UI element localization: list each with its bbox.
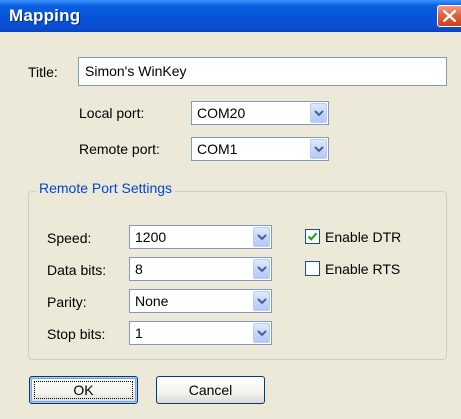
speed-value: 1200 bbox=[135, 229, 167, 245]
stop-bits-value: 1 bbox=[135, 325, 143, 341]
parity-dropdown-button[interactable] bbox=[253, 291, 270, 311]
window-title: Mapping bbox=[9, 6, 81, 25]
enable-dtr-checkbox[interactable] bbox=[305, 229, 320, 244]
title-input[interactable]: Simon's WinKey bbox=[78, 57, 447, 86]
group-title: Remote Port Settings bbox=[36, 180, 176, 196]
data-bits-label: Data bits: bbox=[47, 262, 107, 278]
remote-port-dropdown-button[interactable] bbox=[310, 139, 327, 159]
data-bits-select[interactable]: 8 bbox=[129, 257, 272, 281]
chevron-down-icon bbox=[314, 110, 324, 117]
mapping-dialog: Mapping Title: Simon's WinKey Local port… bbox=[0, 0, 461, 419]
ok-button-label: OK bbox=[73, 382, 94, 398]
chevron-down-icon bbox=[257, 298, 267, 305]
data-bits-value: 8 bbox=[135, 261, 143, 277]
stop-bits-dropdown-button[interactable] bbox=[253, 323, 270, 343]
chevron-down-icon bbox=[257, 330, 267, 337]
enable-rts-checkbox[interactable] bbox=[305, 261, 320, 276]
checkmark-icon bbox=[307, 232, 318, 241]
parity-select[interactable]: None bbox=[129, 289, 272, 313]
local-port-label: Local port: bbox=[79, 105, 145, 121]
remote-port-select[interactable]: COM1 bbox=[191, 137, 329, 161]
stop-bits-select[interactable]: 1 bbox=[129, 321, 272, 345]
enable-dtr-label[interactable]: Enable DTR bbox=[325, 229, 401, 245]
title-label: Title: bbox=[28, 64, 58, 80]
remote-port-value: COM1 bbox=[197, 141, 238, 157]
title-bar[interactable]: Mapping bbox=[0, 0, 461, 32]
data-bits-dropdown-button[interactable] bbox=[253, 259, 270, 279]
stop-bits-label: Stop bits: bbox=[47, 326, 106, 342]
ok-button[interactable]: OK bbox=[29, 376, 138, 404]
close-icon bbox=[443, 10, 456, 22]
local-port-value: COM20 bbox=[197, 105, 246, 121]
parity-value: None bbox=[135, 293, 169, 309]
close-button[interactable] bbox=[437, 5, 461, 27]
remote-port-label: Remote port: bbox=[79, 141, 160, 157]
enable-rts-label[interactable]: Enable RTS bbox=[325, 261, 400, 277]
chevron-down-icon bbox=[257, 234, 267, 241]
chevron-down-icon bbox=[257, 266, 267, 273]
local-port-select[interactable]: COM20 bbox=[191, 101, 329, 125]
parity-label: Parity: bbox=[47, 294, 87, 310]
local-port-dropdown-button[interactable] bbox=[310, 103, 327, 123]
speed-select[interactable]: 1200 bbox=[129, 225, 272, 249]
speed-label: Speed: bbox=[47, 230, 92, 246]
cancel-button-label: Cancel bbox=[188, 382, 233, 398]
speed-dropdown-button[interactable] bbox=[253, 227, 270, 247]
chevron-down-icon bbox=[314, 146, 324, 153]
cancel-button[interactable]: Cancel bbox=[156, 376, 265, 404]
